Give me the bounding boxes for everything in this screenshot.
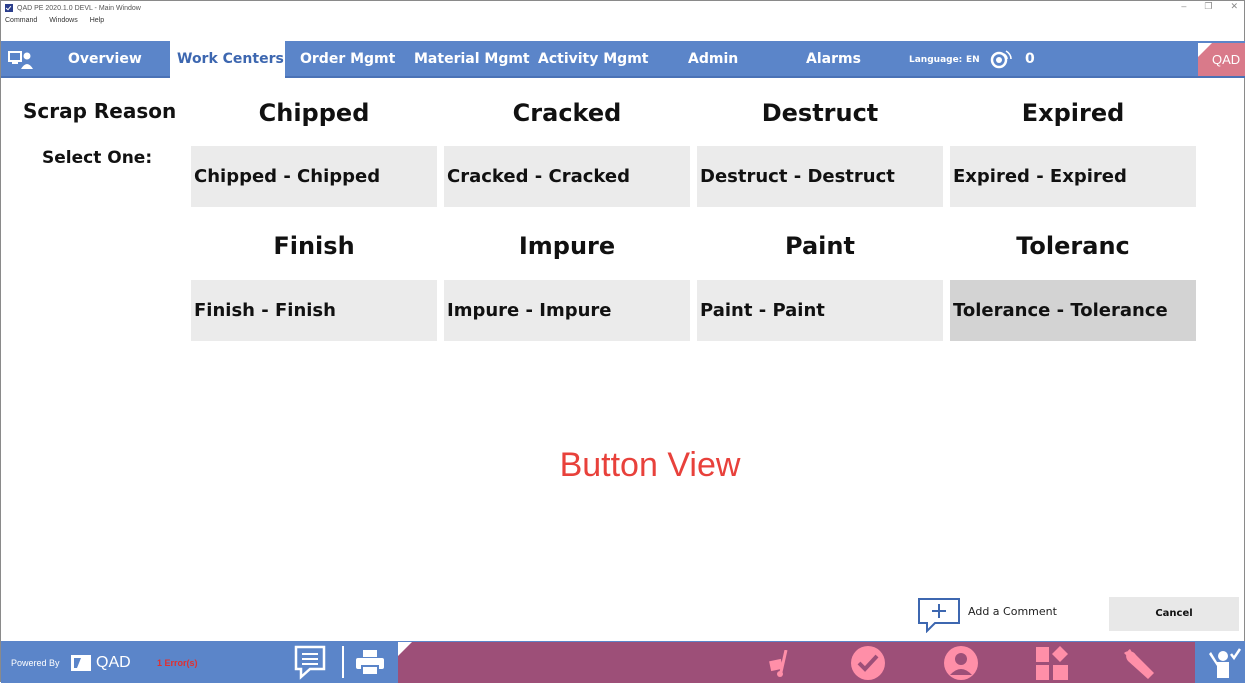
add-comment-icon[interactable] — [917, 597, 961, 633]
layout-icon[interactable] — [1034, 645, 1070, 681]
wrench-icon[interactable] — [1120, 645, 1158, 681]
qad-logo-badge[interactable]: QAD — [1198, 43, 1245, 76]
reason-button-paint[interactable]: Paint - Paint — [697, 280, 943, 341]
messages-icon[interactable] — [293, 644, 327, 680]
reason-button-destruct[interactable]: Destruct - Destruct — [697, 146, 943, 207]
reason-heading: Chipped — [258, 99, 370, 127]
reason-heading: Cracked — [512, 99, 622, 127]
tab-alarms[interactable]: Alarms — [799, 41, 868, 78]
close-icon[interactable]: ✕ — [1230, 1, 1238, 12]
reason-button-chipped[interactable]: Chipped - Chipped — [191, 146, 437, 207]
app-icon — [5, 4, 13, 12]
menu-command[interactable]: Command — [5, 17, 37, 24]
reason-heading: Destruct — [761, 99, 879, 127]
tab-overview[interactable]: Overview — [61, 41, 149, 78]
add-comment-label[interactable]: Add a Comment — [968, 605, 1057, 618]
alarm-count: 0 — [1025, 51, 1035, 67]
title-bar: QAD PE 2020.1.0 DEVL - Main Window – ❐ ✕ — [1, 1, 1244, 15]
top-nav: Overview Work Centers Order Mgmt Materia… — [1, 41, 1245, 78]
page-title: Scrap Reason — [23, 99, 177, 123]
footer-divider — [342, 646, 344, 678]
reason-button-tolerance[interactable]: Tolerance - Tolerance — [950, 280, 1196, 341]
window-title: QAD PE 2020.1.0 DEVL - Main Window — [17, 4, 141, 12]
language-label: Language: — [909, 55, 963, 65]
minimize-icon[interactable]: – — [1181, 1, 1186, 12]
language-value[interactable]: EN — [966, 41, 980, 78]
hand-truck-icon[interactable] — [768, 650, 794, 678]
tab-admin[interactable]: Admin — [681, 41, 745, 78]
view-mode-label: Button View — [559, 446, 741, 484]
menu-bar: Command Windows Help — [1, 15, 1244, 26]
reason-button-impure[interactable]: Impure - Impure — [444, 280, 690, 341]
qad-footer-logo: QAD — [71, 654, 131, 672]
select-prompt: Select One: — [42, 148, 153, 168]
action-bar-corner — [398, 642, 412, 656]
tab-material-mgmt[interactable]: Material Mgmt — [407, 41, 537, 78]
workstation-icon[interactable] — [8, 50, 34, 70]
menu-windows[interactable]: Windows — [49, 17, 77, 24]
person-raise-hand-icon[interactable] — [1207, 646, 1241, 680]
print-icon[interactable] — [356, 650, 384, 676]
menu-help[interactable]: Help — [90, 17, 104, 24]
reason-heading: Toleranc — [1016, 232, 1130, 260]
user-circle-icon[interactable] — [943, 645, 979, 681]
powered-by-label: Powered By — [11, 658, 60, 668]
reason-heading: Impure — [518, 232, 616, 260]
reason-heading: Finish — [273, 232, 355, 260]
tab-activity-mgmt[interactable]: Activity Mgmt — [531, 41, 655, 78]
reason-button-expired[interactable]: Expired - Expired — [950, 146, 1196, 207]
reason-heading: Paint — [785, 232, 855, 260]
qad-logo-icon — [71, 655, 91, 671]
tab-work-centers[interactable]: Work Centers — [170, 41, 285, 78]
restore-icon[interactable]: ❐ — [1204, 1, 1212, 12]
qad-brand-label: QAD — [1212, 52, 1241, 67]
reason-heading: Expired — [1021, 99, 1125, 127]
footer-brand: QAD — [96, 654, 131, 671]
reason-button-cracked[interactable]: Cracked - Cracked — [444, 146, 690, 207]
badge-corner — [1198, 43, 1212, 57]
main-window: QAD PE 2020.1.0 DEVL - Main Window – ❐ ✕… — [0, 0, 1245, 683]
check-circle-icon[interactable] — [850, 645, 886, 681]
action-bar — [398, 642, 1195, 683]
error-count[interactable]: 1 Error(s) — [157, 641, 198, 683]
cancel-button[interactable]: Cancel — [1109, 597, 1239, 631]
window-controls: – ❐ ✕ — [1181, 1, 1238, 12]
tab-order-mgmt[interactable]: Order Mgmt — [293, 41, 402, 78]
alarm-icon[interactable] — [987, 48, 1015, 70]
reason-button-finish[interactable]: Finish - Finish — [191, 280, 437, 341]
